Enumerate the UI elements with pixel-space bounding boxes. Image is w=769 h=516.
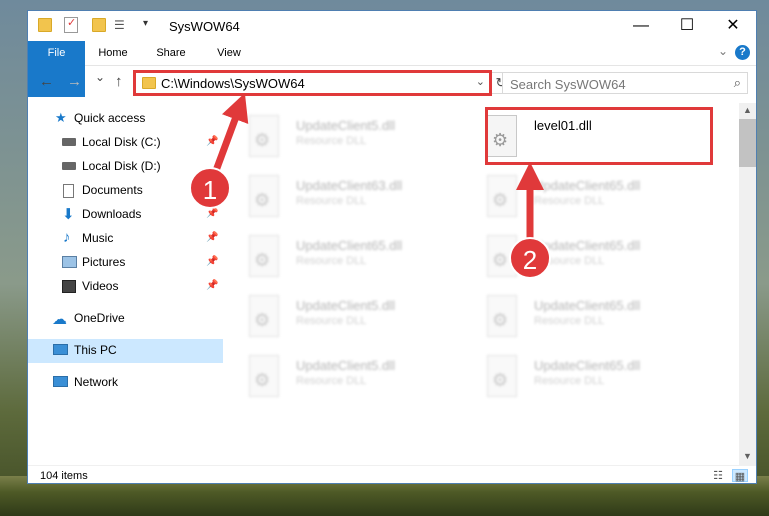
arrow-1 (210, 92, 249, 178)
callout-1: 1 (189, 167, 231, 209)
annotation-arrows (210, 92, 544, 238)
callout-2: 2 (509, 237, 551, 279)
